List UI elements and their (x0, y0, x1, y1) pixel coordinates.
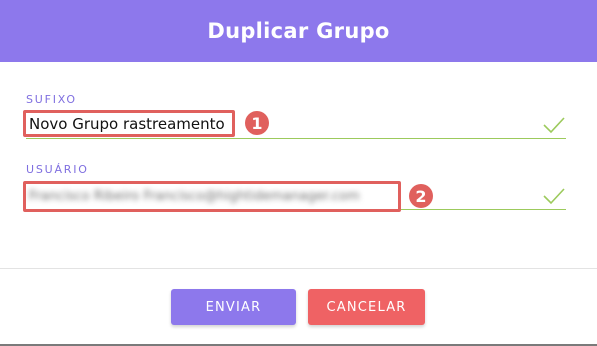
annotation-badge-1: 1 (245, 111, 269, 135)
annotation-badge-2: 2 (409, 184, 433, 208)
user-highlight-box (23, 181, 401, 212)
suffix-label: SUFIXO (26, 93, 77, 106)
footer-divider (0, 268, 597, 269)
suffix-underline (26, 138, 566, 139)
suffix-highlight-box (23, 110, 235, 137)
send-button[interactable]: ENVIAR (171, 289, 296, 325)
dialog-title: Duplicar Grupo (207, 19, 390, 43)
duplicate-group-dialog: Duplicar Grupo SUFIXO Novo Grupo rastrea… (0, 0, 597, 346)
cancel-button[interactable]: CANCELAR (308, 289, 425, 325)
dialog-header: Duplicar Grupo (0, 0, 597, 62)
check-icon (543, 188, 565, 205)
user-label: USUÁRIO (26, 163, 89, 176)
check-icon (543, 117, 565, 134)
